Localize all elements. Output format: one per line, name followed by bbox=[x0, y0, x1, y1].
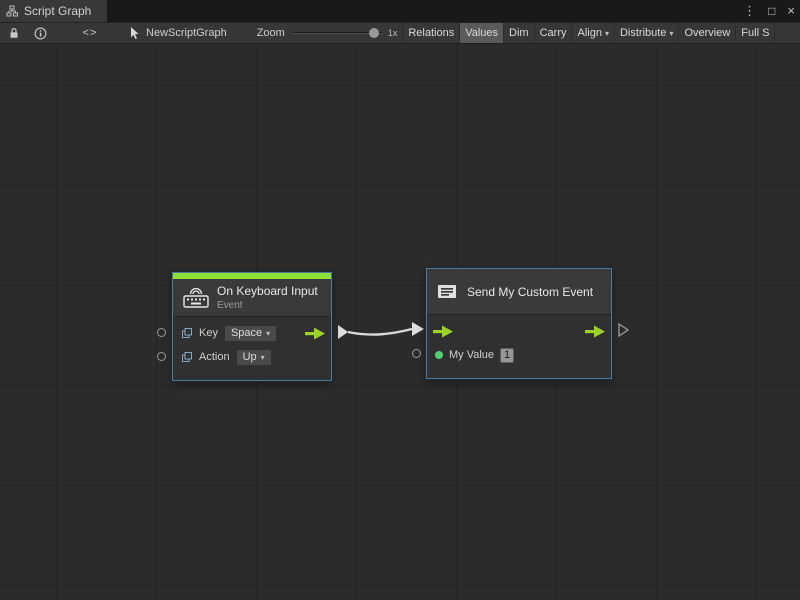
close-icon[interactable]: × bbox=[787, 0, 795, 22]
code-icon: <> bbox=[83, 27, 98, 39]
wire-path bbox=[348, 329, 412, 335]
window-controls: ⋮ □ × bbox=[743, 0, 795, 22]
carry-label: Carry bbox=[540, 23, 567, 44]
graph-canvas[interactable]: On Keyboard Input Event Key Space ▾ bbox=[0, 44, 800, 600]
wire-arrowhead bbox=[412, 322, 424, 336]
port-label-action: Action bbox=[199, 351, 230, 363]
script-graph-icon bbox=[6, 5, 18, 17]
relations-label: Relations bbox=[408, 23, 454, 44]
caret-down-icon: ▾ bbox=[605, 23, 609, 44]
node-header[interactable]: Send My Custom Event bbox=[427, 269, 611, 315]
my-value-input[interactable]: 1 bbox=[500, 348, 514, 363]
fullscreen-button[interactable]: Full S bbox=[736, 22, 775, 44]
dim-button[interactable]: Dim bbox=[504, 22, 535, 44]
info-button[interactable] bbox=[30, 22, 50, 44]
info-icon bbox=[34, 27, 47, 40]
port-label-my-value: My Value bbox=[449, 349, 494, 361]
graph-name: NewScriptGraph bbox=[146, 27, 227, 39]
node-title: Send My Custom Event bbox=[467, 285, 593, 299]
node-body: My Value 1 bbox=[427, 315, 611, 378]
zoom-slider-handle[interactable] bbox=[369, 28, 379, 38]
flow-output-arrow-icon[interactable] bbox=[585, 325, 605, 338]
custom-event-icon bbox=[437, 283, 457, 300]
port-row-my-value: My Value 1 bbox=[435, 344, 603, 366]
tab-script-graph[interactable]: Script Graph bbox=[0, 0, 107, 22]
port-row-action: Action Up ▾ bbox=[181, 346, 323, 368]
flow-output-arrow-icon[interactable] bbox=[305, 327, 325, 340]
connection-wire[interactable] bbox=[0, 44, 800, 600]
node-on-keyboard-input[interactable]: On Keyboard Input Event Key Space ▾ bbox=[172, 272, 332, 381]
port-label-key: Key bbox=[199, 327, 218, 339]
relations-button[interactable]: Relations bbox=[403, 22, 460, 44]
caret-down-icon: ▾ bbox=[669, 23, 673, 44]
distribute-button[interactable]: Distribute▾ bbox=[615, 22, 679, 44]
values-label: Values bbox=[465, 23, 498, 44]
caret-down-icon: ▾ bbox=[266, 329, 270, 338]
object-icon bbox=[181, 327, 193, 339]
align-button[interactable]: Align▾ bbox=[572, 22, 614, 44]
node-header-text: On Keyboard Input Event bbox=[217, 284, 318, 311]
key-dropdown[interactable]: Space ▾ bbox=[224, 325, 277, 342]
unity-script-graph-window: Script Graph ⋮ □ × <> bbox=[0, 0, 800, 600]
input-port-circle-key[interactable] bbox=[157, 328, 166, 337]
lock-button[interactable] bbox=[4, 22, 24, 44]
code-button[interactable]: <> bbox=[76, 22, 104, 44]
value-port-dot[interactable] bbox=[435, 351, 443, 359]
graph-breadcrumb[interactable]: NewScriptGraph bbox=[130, 27, 227, 40]
values-button[interactable]: Values bbox=[460, 22, 504, 44]
node-title: On Keyboard Input bbox=[217, 284, 318, 298]
lock-icon bbox=[9, 27, 19, 39]
flow-port-row bbox=[435, 320, 603, 342]
output-port-triangle[interactable] bbox=[618, 323, 629, 337]
wire-start-triangle bbox=[338, 325, 348, 339]
graph-toolbar: <> NewScriptGraph Zoom 1x Relations Valu… bbox=[0, 22, 800, 44]
input-port-circle-my-value[interactable] bbox=[412, 349, 421, 358]
node-subtitle: Event bbox=[217, 300, 318, 311]
zoom-label: Zoom bbox=[257, 27, 285, 39]
distribute-label: Distribute bbox=[620, 23, 666, 44]
overview-button[interactable]: Overview bbox=[679, 22, 736, 44]
dim-label: Dim bbox=[509, 23, 529, 44]
input-port-circle-action[interactable] bbox=[157, 352, 166, 361]
node-header[interactable]: On Keyboard Input Event bbox=[173, 279, 331, 317]
flow-input-arrow-icon[interactable] bbox=[433, 325, 453, 338]
node-send-my-custom-event[interactable]: Send My Custom Event My Value 1 bbox=[426, 268, 612, 379]
key-dropdown-value: Space bbox=[231, 327, 262, 339]
object-icon bbox=[181, 351, 193, 363]
toolbar-button-group: Relations Values Dim Carry Align▾ Distri… bbox=[402, 22, 775, 44]
carry-button[interactable]: Carry bbox=[535, 22, 573, 44]
menu-icon[interactable]: ⋮ bbox=[743, 0, 756, 22]
overview-label: Overview bbox=[684, 23, 730, 44]
keyboard-icon bbox=[183, 288, 209, 308]
tab-title: Script Graph bbox=[24, 4, 91, 18]
port-row-key: Key Space ▾ bbox=[181, 322, 323, 344]
zoom-value: 1x bbox=[388, 28, 398, 38]
action-dropdown[interactable]: Up ▾ bbox=[236, 349, 272, 366]
zoom-slider[interactable] bbox=[291, 22, 385, 44]
maximize-icon[interactable]: □ bbox=[768, 0, 775, 22]
title-bar: Script Graph ⋮ □ × bbox=[0, 0, 800, 22]
fullscreen-label: Full S bbox=[741, 23, 769, 44]
action-dropdown-value: Up bbox=[243, 351, 257, 363]
align-label: Align bbox=[577, 23, 601, 44]
caret-down-icon: ▾ bbox=[261, 353, 265, 362]
cursor-icon bbox=[130, 27, 140, 40]
